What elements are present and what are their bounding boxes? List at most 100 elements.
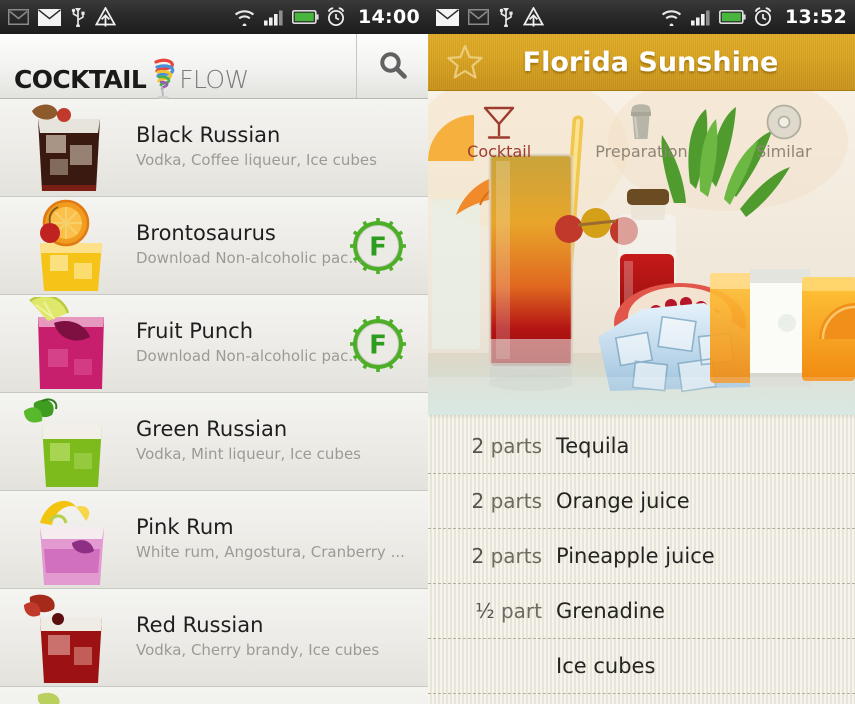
ingredient-name: Ice cubes xyxy=(556,654,656,678)
ingredient-row: ½ part Grenadine xyxy=(428,584,855,639)
battery-icon xyxy=(719,9,746,25)
wifi-icon xyxy=(661,10,682,26)
tab-cocktail[interactable]: Cocktail xyxy=(428,91,570,167)
envelope-icon xyxy=(38,8,61,26)
status-clock: 14:00 xyxy=(358,6,420,28)
list-item[interactable]: Red Russian Vodka, Cherry brandy, Ice cu… xyxy=(0,589,428,687)
cocktail-name: Black Russian xyxy=(136,123,281,148)
cocktail-thumbnail xyxy=(0,387,118,491)
status-notification-icons xyxy=(436,7,544,27)
ingredient-amount-value: 2 xyxy=(471,544,485,568)
logo-secondary-text: FLOW xyxy=(179,64,249,94)
tab-cocktail-label: Cocktail xyxy=(467,142,532,161)
upload-icon xyxy=(95,7,116,27)
tab-similar[interactable]: Similar xyxy=(713,91,855,167)
green-russian-glass xyxy=(24,398,102,487)
ingredient-amount: 2 parts xyxy=(428,544,556,568)
cocktail-ingredients: White rum, Angostura, Cranberry ... xyxy=(136,543,405,562)
star-outline-icon xyxy=(447,44,483,79)
app-action-bar: COCKTAIL FLOW xyxy=(0,34,428,100)
detail-tab-bar[interactable]: Cocktail Preparation Similar xyxy=(428,91,855,167)
fruit-punch-glass xyxy=(29,297,104,389)
cocktail-thumbnail xyxy=(0,485,118,589)
wifi-icon xyxy=(234,10,255,26)
status-bar-right: 13:52 xyxy=(428,0,855,34)
status-bar-left: 14:00 xyxy=(0,0,428,34)
cocktail-ingredients: Vodka, Cherry brandy, Ice cubes xyxy=(136,641,380,660)
search-icon xyxy=(379,52,407,79)
cocktail-list[interactable]: Black Russian Vodka, Coffee liqueur, Ice… xyxy=(0,99,428,704)
shaker-icon xyxy=(626,99,656,141)
right-phone-screen: 13:52 Florida Sunshine Cocktail Preparat… xyxy=(428,0,855,704)
list-item[interactable]: Brontosaurus Download Non-alcoholic pac.… xyxy=(0,197,428,295)
brontosaurus-glass xyxy=(40,199,102,291)
cocktail-flow-swirl-logo xyxy=(148,56,178,102)
list-item-text: Red Russian Vodka, Cherry brandy, Ice cu… xyxy=(136,613,379,662)
coaster-icon xyxy=(765,99,803,141)
envelope-icon xyxy=(436,8,459,26)
alarm-icon xyxy=(754,7,772,26)
status-system-icons: 14:00 xyxy=(233,6,420,28)
list-item[interactable]: Fruit Punch Download Non-alcoholic pac..… xyxy=(0,295,428,393)
ingredient-amount-value: 2 xyxy=(471,434,485,458)
list-item-text: Pink Rum White rum, Angostura, Cranberry… xyxy=(136,515,405,564)
cocktail-thumbnail xyxy=(0,191,118,295)
black-russian-glass xyxy=(32,104,100,191)
partial-cocktail-glass xyxy=(37,692,60,704)
upload-icon xyxy=(523,7,544,27)
ingredient-name: Pineapple juice xyxy=(556,544,715,568)
logo-primary-text: COCKTAIL xyxy=(14,64,147,94)
ingredient-row: Ice cubes xyxy=(428,639,855,694)
battery-icon xyxy=(292,9,319,25)
signal-icon xyxy=(691,10,710,26)
tab-similar-label: Similar xyxy=(756,142,812,161)
list-item-text: Brontosaurus Download Non-alcoholic pac.… xyxy=(136,221,363,270)
svg-text:F: F xyxy=(369,232,387,262)
cocktail-ingredients: Vodka, Mint liqueur, Ice cubes xyxy=(136,445,361,464)
left-phone-screen: 14:00 COCKTAIL FLOW Black Russian Vodka,… xyxy=(0,0,428,704)
search-button[interactable] xyxy=(356,34,428,98)
cocktail-name: Green Russian xyxy=(136,417,288,442)
list-item[interactable]: Green Russian Vodka, Mint liqueur, Ice c… xyxy=(0,393,428,491)
ingredient-amount-unit: parts xyxy=(490,434,542,458)
ingredient-amount-unit: parts xyxy=(490,544,542,568)
list-item[interactable]: Black Russian Vodka, Coffee liqueur, Ice… xyxy=(0,99,428,197)
usb-icon xyxy=(71,8,85,27)
favorite-button[interactable] xyxy=(428,43,502,81)
ingredient-amount-unit: part xyxy=(500,599,542,623)
alarm-icon xyxy=(327,7,345,26)
ingredient-amount: 2 parts xyxy=(428,489,556,513)
list-item[interactable]: Pink Rum White rum, Angostura, Cranberry… xyxy=(0,491,428,589)
cocktail-thumbnail xyxy=(0,289,118,393)
cocktail-name: Pink Rum xyxy=(136,515,234,540)
ingredient-amount-value: ½ xyxy=(475,599,495,623)
cocktail-ingredients: Download Non-alcoholic pac... xyxy=(136,249,363,268)
cocktail-name: Brontosaurus xyxy=(136,221,276,246)
ingredient-amount-value: 2 xyxy=(471,489,485,513)
ingredient-name: Orange juice xyxy=(556,489,690,513)
page-title: Florida Sunshine xyxy=(522,46,779,78)
status-clock: 13:52 xyxy=(785,6,847,28)
cocktail-thumbnail xyxy=(0,99,118,197)
list-item-text: Green Russian Vodka, Mint liqueur, Ice c… xyxy=(136,417,361,466)
martini-glass-icon xyxy=(482,99,516,141)
dual-screenshot: 14:00 COCKTAIL FLOW Black Russian Vodka,… xyxy=(0,0,855,704)
signal-icon xyxy=(264,10,283,26)
cocktail-ingredients: Download Non-alcoholic pac... xyxy=(136,347,363,366)
cocktail-name: Red Russian xyxy=(136,613,264,638)
ingredient-row: 2 parts Pineapple juice xyxy=(428,529,855,584)
status-notification-icons xyxy=(8,7,116,27)
app-logo: COCKTAIL FLOW xyxy=(0,34,356,100)
cocktail-thumbnail xyxy=(0,583,118,687)
list-item[interactable] xyxy=(0,687,428,704)
title-bar: Florida Sunshine xyxy=(428,34,855,91)
tab-preparation[interactable]: Preparation xyxy=(570,91,712,167)
ingredient-name: Tequila xyxy=(556,434,630,458)
ingredient-name: Grenadine xyxy=(556,599,665,623)
svg-text:F: F xyxy=(369,330,387,360)
list-item-text: Fruit Punch Download Non-alcoholic pac..… xyxy=(136,319,363,368)
ingredient-row: 2 parts Orange juice xyxy=(428,474,855,529)
ingredient-amount: 2 parts xyxy=(428,434,556,458)
status-system-icons: 13:52 xyxy=(660,6,847,28)
cocktail-ingredients: Vodka, Coffee liqueur, Ice cubes xyxy=(136,151,377,170)
